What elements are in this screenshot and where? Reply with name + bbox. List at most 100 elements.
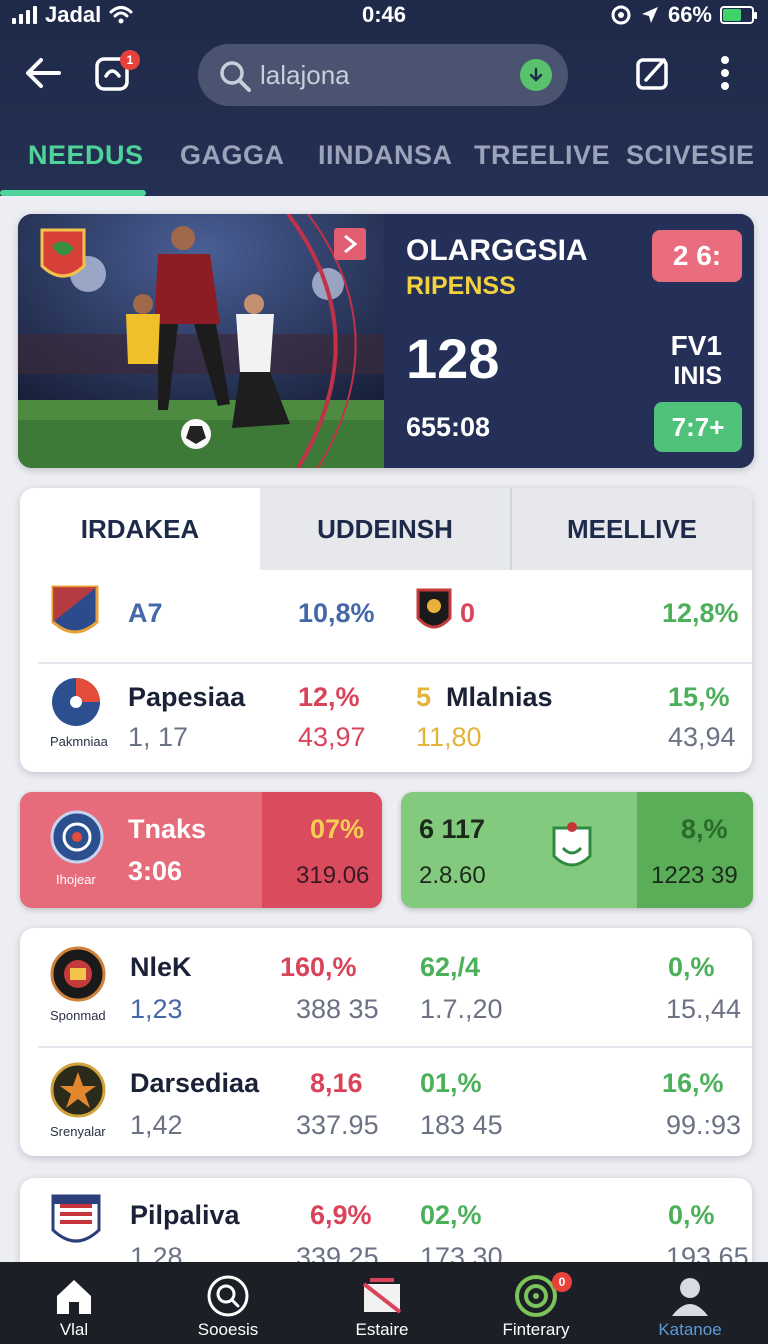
promo-percent: 8,% (681, 814, 728, 844)
nav-item-finterary[interactable]: 0 Finterary (476, 1262, 596, 1344)
odds-value[interactable]: 388 35 (296, 994, 379, 1025)
notification-badge: 1 (120, 50, 140, 70)
nav-item-profile[interactable]: Katanoe (630, 1262, 750, 1344)
featured-match-card[interactable]: OLARGGSIA RIPENSS 128 655:08 2 6: FV1 IN… (18, 214, 754, 468)
odds-pill-red[interactable]: 2 6: (652, 230, 742, 282)
nav-label: Finterary (502, 1320, 570, 1339)
back-button[interactable] (18, 48, 68, 98)
odds-value[interactable]: 6,9% (310, 1200, 372, 1231)
match-photo (18, 214, 384, 468)
navigation-arrow-icon (641, 7, 658, 23)
odds-table-card: IRDAKEA UDDEINSH MEELLIVE A7 10,8% 0 12,… (20, 488, 752, 772)
team-odds: 1,23 (130, 994, 183, 1024)
notifications-button[interactable]: 1 (88, 48, 140, 98)
team-name: NleK (130, 952, 192, 982)
team-crest-icon (51, 1194, 101, 1243)
odds-value[interactable]: 01,% (420, 1068, 482, 1099)
odds-value[interactable]: 0,% (668, 952, 715, 983)
side-label-top: FV1 (670, 330, 722, 361)
team-crest-icon (52, 678, 100, 726)
more-vertical-icon (721, 56, 729, 90)
tab-gagga[interactable]: GAGGA (180, 140, 285, 180)
list-item[interactable]: Sponmad NleK 1,23 160,% 388 35 62,/4 1.7… (20, 928, 752, 1044)
odds-value[interactable]: 43,97 (298, 722, 366, 753)
odds-pill-green[interactable]: 7:7+ (654, 402, 742, 452)
tab-needus[interactable]: NEEDUS (28, 140, 144, 180)
search-icon (220, 61, 251, 92)
odds-value[interactable]: 160,% (280, 952, 357, 983)
promo-accent (262, 792, 382, 908)
odds-value[interactable]: 15.,44 (666, 994, 741, 1025)
odds-value[interactable]: 0,% (668, 1200, 715, 1231)
promo-value: 319.06 (296, 862, 370, 889)
list-item[interactable]: Srenyalar Darsediaa 1,42 8,16 337.95 01,… (20, 1046, 752, 1156)
bottom-navigation: Vlal Sooesis Estaire 0 Finterary Katanoe (0, 1262, 768, 1344)
promo-title: 6 117 (419, 814, 486, 844)
promo-percent: 07% (310, 814, 365, 844)
more-options-button[interactable] (700, 48, 750, 98)
tab-iindansa[interactable]: IINDANSA (318, 140, 453, 180)
odds-value[interactable]: 183 45 (420, 1110, 503, 1141)
nav-item-search[interactable]: Sooesis (168, 1262, 288, 1344)
odds-value[interactable]: 15,% (668, 682, 730, 713)
odds-value[interactable]: 99.:93 (666, 1110, 741, 1141)
location-ring-icon (611, 5, 631, 25)
status-bar: Jadal 0:46 66% (0, 0, 768, 30)
team-crest-icon (552, 822, 592, 867)
promo-value: 2.8.60 (419, 862, 486, 889)
battery-percent: 66% (667, 2, 712, 27)
side-label-bottom: INIS (673, 362, 722, 390)
team-crest-icon (50, 810, 104, 864)
opponent-crest-icon (416, 588, 452, 629)
promo-card-red[interactable]: Ihojear Tnaks 3:06 07% 319.06 (20, 792, 382, 908)
odds-value[interactable]: 62,/4 (420, 952, 480, 983)
odds-value[interactable]: 12,% (298, 682, 360, 713)
team-name: Darsediaa (130, 1068, 260, 1098)
search-bar[interactable] (198, 44, 568, 106)
match-score: 128 (406, 327, 500, 390)
odds-value[interactable]: 1.7.,20 (420, 994, 503, 1025)
odds-value[interactable]: 337.95 (296, 1110, 379, 1141)
nav-badge: 0 (552, 1272, 572, 1292)
category-tabs: NEEDUS GAGGA IINDANSA TREELIVE SCIVESIE (0, 130, 768, 196)
odds-value[interactable]: 16,% (662, 1068, 724, 1099)
odds-tab-meellive[interactable]: MEELLIVE (510, 488, 752, 570)
match-info-panel: OLARGGSIA RIPENSS 128 655:08 2 6: FV1 IN… (384, 214, 754, 468)
team-odds: 1, 17 (128, 722, 189, 752)
match-title: OLARGGSIA (406, 234, 588, 267)
odds-value[interactable]: 8,16 (310, 1068, 363, 1099)
tab-treelive[interactable]: TREELIVE (474, 140, 610, 180)
nav-item-home[interactable]: Vlal (14, 1262, 134, 1344)
nav-label: Sooesis (197, 1320, 259, 1339)
team-crest-icon (50, 1062, 106, 1118)
arrow-left-icon (26, 58, 61, 88)
profile-icon (672, 1278, 708, 1316)
odds-tab-irdakea[interactable]: IRDAKEA (20, 488, 260, 570)
download-button[interactable] (520, 59, 552, 91)
nav-item-tickets[interactable]: Estaire (322, 1262, 442, 1344)
match-time: 655:08 (406, 412, 491, 442)
odds-value[interactable]: 02,% (420, 1200, 482, 1231)
search-input[interactable] (260, 56, 510, 94)
promo-card-green[interactable]: 6 117 2.8.60 8,% 1223 39 (401, 792, 753, 908)
app-header: Jadal 0:46 66% 1 lalajona NEEDUS GAGGA I… (0, 0, 768, 196)
tab-scivesie[interactable]: SCIVESIE (626, 140, 755, 180)
promo-time: 3:06 (128, 856, 183, 886)
team-crest-label: Sponmad (50, 1008, 106, 1023)
table-row[interactable]: Pakmniaa Papesiaa 1, 17 12,% 43,97 5 Mla… (20, 664, 752, 772)
team-crest-label: Pakmniaa (50, 734, 108, 749)
promo-value: 1223 39 (651, 862, 738, 889)
odds-tab-uddeinsh[interactable]: UDDEINSH (260, 488, 510, 570)
edit-icon (636, 58, 668, 90)
edit-button[interactable] (628, 48, 678, 98)
nav-label: Katanoe (658, 1320, 722, 1339)
battery-icon (720, 6, 757, 24)
team-crest-icon (50, 946, 106, 1002)
opponent-rank: 5 (416, 682, 432, 712)
odds-value[interactable]: 10,8% (298, 598, 375, 629)
team-name: Papesiaa (128, 682, 246, 712)
active-tab-indicator (0, 190, 146, 196)
table-row[interactable]: A7 10,8% 0 12,8% (20, 570, 752, 662)
odds-value[interactable]: 43,94 (668, 722, 736, 753)
odds-value[interactable]: 12,8% (662, 598, 739, 629)
